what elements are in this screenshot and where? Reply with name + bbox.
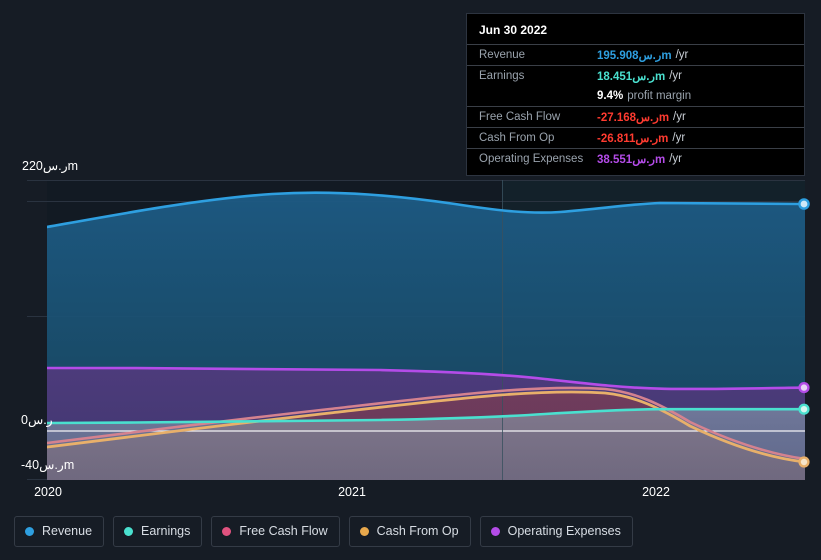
- tooltip-suffix-cash-from-op: /yr: [672, 132, 686, 144]
- tooltip-label-cash-from-op: Cash From Op: [479, 132, 555, 144]
- y-axis-label-zero: 0ر.س: [21, 413, 53, 427]
- x-axis-label-2022: 2022: [642, 485, 670, 499]
- tooltip-value-revenue: 195.908ر.س‎m: [597, 50, 672, 62]
- tooltip-label-operating-expenses: Operating Expenses: [479, 153, 584, 165]
- tooltip-row-profit-margin: 9.4% profit margin: [467, 86, 804, 106]
- tooltip-row-free-cash-flow: Free Cash Flow -27.168ر.س‎m /yr: [467, 106, 804, 127]
- legend-item-cash-from-op[interactable]: Cash From Op: [348, 516, 471, 547]
- endpoint-marker-cash-from-op[interactable]: [798, 456, 810, 468]
- endpoint-marker-operating-expenses[interactable]: [798, 382, 810, 394]
- legend-item-operating-expenses[interactable]: Operating Expenses: [479, 516, 633, 547]
- tooltip-value-cash-from-op: -26.811ر.س‎m: [597, 133, 669, 145]
- legend-dot-cash-from-op-icon: [359, 527, 369, 536]
- legend-dot-free-cash-flow-icon: [222, 527, 232, 536]
- legend-label-revenue: Revenue: [42, 524, 93, 539]
- x-axis-label-2021: 2021: [338, 485, 366, 499]
- data-tooltip: Jun 30 2022 Revenue 195.908ر.س‎m /yr Ear…: [466, 13, 805, 176]
- endpoint-marker-earnings[interactable]: [798, 403, 810, 415]
- tooltip-value-profit-margin: 9.4%: [597, 90, 624, 102]
- legend-dot-operating-expenses-icon: [490, 527, 500, 536]
- tooltip-row-earnings: Earnings 18.451ر.س‎m /yr: [467, 65, 804, 86]
- tooltip-row-cash-from-op: Cash From Op -26.811ر.س‎m /yr: [467, 127, 804, 148]
- legend-dot-revenue-icon: [25, 527, 34, 536]
- legend-item-revenue[interactable]: Revenue: [14, 516, 105, 547]
- tooltip-suffix-free-cash-flow: /yr: [673, 111, 686, 123]
- legend-dot-earnings-icon: [124, 527, 134, 536]
- tooltip-value-free-cash-flow: -27.168ر.س‎m: [597, 112, 670, 124]
- tooltip-value-operating-expenses: 38.551ر.س‎m: [597, 154, 666, 166]
- tooltip-suffix-profit-margin: profit margin: [627, 90, 692, 102]
- x-axis-label-2020: 2020: [34, 485, 62, 499]
- legend-label-free-cash-flow: Free Cash Flow: [239, 524, 328, 539]
- y-axis-label-top: 220ر.س‎m: [22, 159, 79, 173]
- legend-item-earnings[interactable]: Earnings: [113, 516, 203, 547]
- legend-label-earnings: Earnings: [141, 524, 191, 539]
- endpoint-marker-revenue[interactable]: [798, 198, 810, 210]
- chart-legend: Revenue Earnings Free Cash Flow Cash Fro…: [14, 516, 633, 547]
- tooltip-row-operating-expenses: Operating Expenses 38.551ر.س‎m /yr: [467, 148, 804, 169]
- tooltip-suffix-operating-expenses: /yr: [669, 153, 682, 165]
- financial-chart-page: 220ر.س‎m 0ر.س -40ر.س‎m 2020 2021 2022 Ju…: [0, 0, 821, 560]
- legend-item-free-cash-flow[interactable]: Free Cash Flow: [211, 516, 340, 547]
- tooltip-label-earnings: Earnings: [479, 70, 525, 82]
- tooltip-date-title: Jun 30 2022: [479, 23, 548, 37]
- tooltip-label-revenue: Revenue: [479, 49, 526, 61]
- tooltip-row-revenue: Revenue 195.908ر.س‎m /yr: [467, 44, 804, 65]
- legend-label-operating-expenses: Operating Expenses: [507, 524, 621, 539]
- tooltip-value-earnings: 18.451ر.س‎m: [597, 71, 666, 83]
- legend-label-cash-from-op: Cash From Op: [376, 524, 459, 539]
- tooltip-suffix-earnings: /yr: [669, 70, 682, 82]
- y-axis-label-bottom: -40ر.س‎m: [21, 458, 75, 472]
- tooltip-suffix-revenue: /yr: [675, 49, 689, 61]
- tooltip-label-free-cash-flow: Free Cash Flow: [479, 111, 561, 123]
